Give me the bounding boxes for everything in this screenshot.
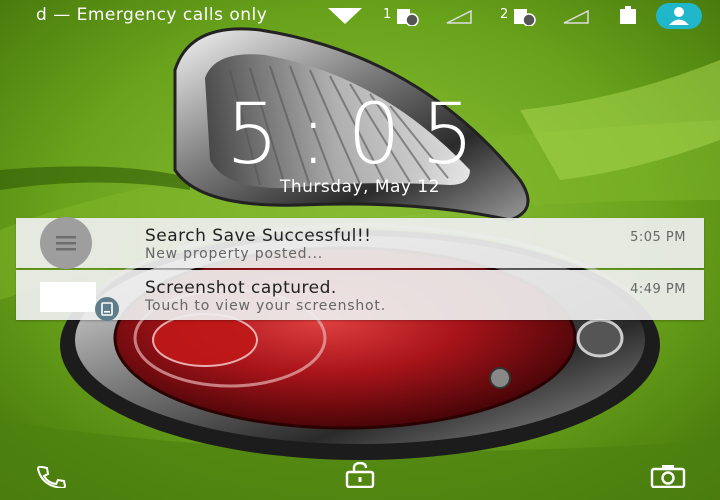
- notification-card[interactable]: Search Save Successful!! New property po…: [16, 217, 704, 269]
- battery-icon: [620, 6, 636, 24]
- camera-icon[interactable]: [650, 464, 686, 488]
- status-text: d — Emergency calls only: [36, 5, 268, 25]
- status-bar: d — Emergency calls only 1 2: [0, 0, 720, 32]
- signal-icon: [446, 10, 472, 24]
- notification-title: Screenshot captured.: [145, 278, 337, 298]
- lockscreen-clock: 5:05: [225, 85, 495, 183]
- screenshot-icon: [95, 297, 119, 321]
- notification-body: Touch to view your screenshot.: [145, 298, 386, 314]
- notification-body: New property posted...: [145, 246, 324, 262]
- sim1-icon: [397, 9, 419, 26]
- signal-icon: [563, 10, 589, 24]
- sim1-label: 1: [383, 7, 392, 22]
- phone-icon[interactable]: [36, 466, 74, 488]
- wifi-icon: [328, 8, 362, 24]
- user-icon[interactable]: [656, 3, 702, 29]
- sim2-label: 2: [500, 7, 509, 22]
- screenshot-thumbnail: [40, 282, 96, 312]
- notification-time: 4:49 PM: [630, 282, 686, 297]
- notification-card[interactable]: Screenshot captured. Touch to view your …: [16, 270, 704, 321]
- lockscreen-date: Thursday, May 12: [279, 177, 441, 197]
- menu-icon: [40, 217, 92, 269]
- lock-icon[interactable]: [343, 462, 377, 488]
- notification-time: 5:05 PM: [630, 230, 686, 245]
- sim2-icon: [514, 9, 536, 26]
- notification-title: Search Save Successful!!: [145, 226, 372, 246]
